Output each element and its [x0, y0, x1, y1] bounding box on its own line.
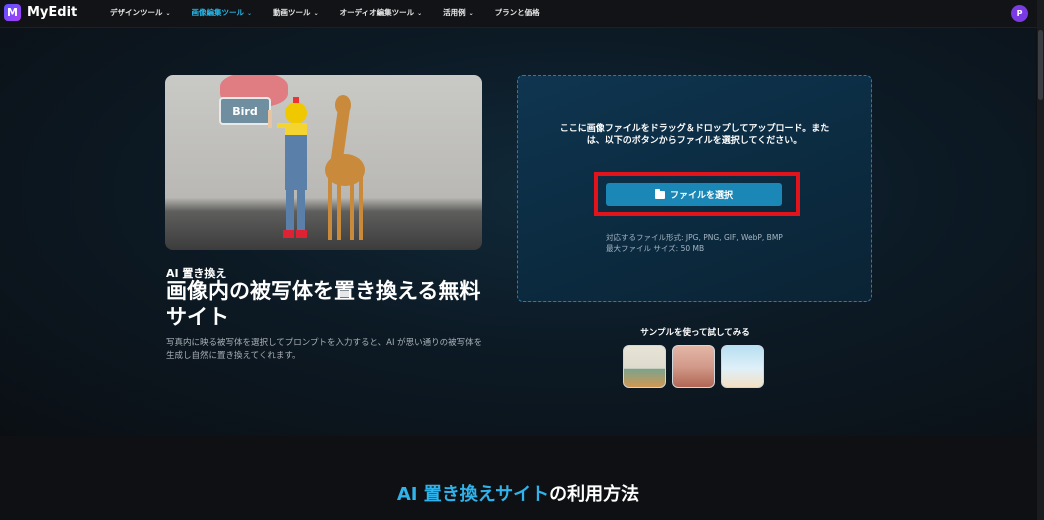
file-info: 対応するファイル形式: JPG, PNG, GIF, WebP, BMP 最大フ… — [606, 232, 783, 254]
nav-item-pricing[interactable]: プランと価格 — [495, 7, 540, 18]
nav-item-image-editing-tools[interactable]: 画像編集ツール ⌄ — [192, 7, 253, 18]
logo[interactable]: M MyEdit — [4, 4, 77, 21]
user-avatar[interactable]: P — [1011, 5, 1028, 22]
chevron-down-icon: ⌄ — [313, 10, 319, 17]
nav-item-audio-tools[interactable]: オーディオ編集ツール ⌄ — [340, 7, 423, 18]
hero-example-image: Bird — [165, 75, 482, 250]
sample-image-beach[interactable] — [721, 345, 764, 388]
nav-item-use-cases[interactable]: 活用例 ⌄ — [443, 7, 474, 18]
main-nav: デザインツール ⌄ 画像編集ツール ⌄ 動画ツール ⌄ オーディオ編集ツール ⌄ 活用例… — [110, 7, 561, 18]
upload-dropzone[interactable]: ここに画像ファイルをドラッグ＆ドロップしてアップロード。または、以下のボタンから… — [517, 75, 872, 302]
top-navigation-bar: M MyEdit デザインツール ⌄ 画像編集ツール ⌄ 動画ツール ⌄ オーディオ編… — [0, 0, 1044, 28]
how-to-use-title-rest: の利用方法 — [549, 484, 640, 505]
chevron-down-icon: ⌄ — [417, 10, 423, 17]
chevron-down-icon: ⌄ — [468, 10, 474, 17]
chevron-down-icon: ⌄ — [165, 10, 171, 17]
supported-formats: 対応するファイル形式: JPG, PNG, GIF, WebP, BMP — [606, 233, 783, 242]
page-scrollbar[interactable] — [1037, 0, 1044, 520]
myedit-logo-icon: M — [4, 4, 21, 21]
child-and-giraffe-illustration — [268, 95, 365, 240]
nav-item-design-tools[interactable]: デザインツール ⌄ — [110, 7, 171, 18]
page-title: 画像内の被写体を置き換える無料サイト — [166, 279, 481, 329]
how-to-use-title-accent: AI 置き換えサイト — [396, 484, 550, 505]
select-file-label: ファイルを選択 — [669, 191, 733, 201]
chevron-down-icon: ⌄ — [247, 10, 253, 17]
sample-image-vanity[interactable] — [672, 345, 715, 388]
logo-text: MyEdit — [27, 5, 78, 20]
max-file-size: 最大ファイル サイズ: 50 MB — [606, 244, 705, 253]
select-file-button[interactable]: ファイルを選択 — [606, 183, 782, 206]
page-description: 写真内に映る被写体を選択してプロンプトを入力すると、AI が思い通りの被写体を生… — [166, 338, 483, 361]
how-to-use-title: AI 置き換えサイトの利用方法 — [0, 480, 1036, 506]
samples-title: サンプルを使って試してみる — [640, 328, 750, 338]
sample-image-room[interactable] — [623, 345, 666, 388]
nav-item-video-tools[interactable]: 動画ツール ⌄ — [273, 7, 319, 18]
sample-images — [623, 345, 764, 388]
upload-instruction: ここに画像ファイルをドラッグ＆ドロップしてアップロード。または、以下のボタンから… — [559, 124, 830, 146]
folder-icon — [654, 188, 665, 199]
scrollbar-thumb[interactable] — [1038, 30, 1043, 100]
